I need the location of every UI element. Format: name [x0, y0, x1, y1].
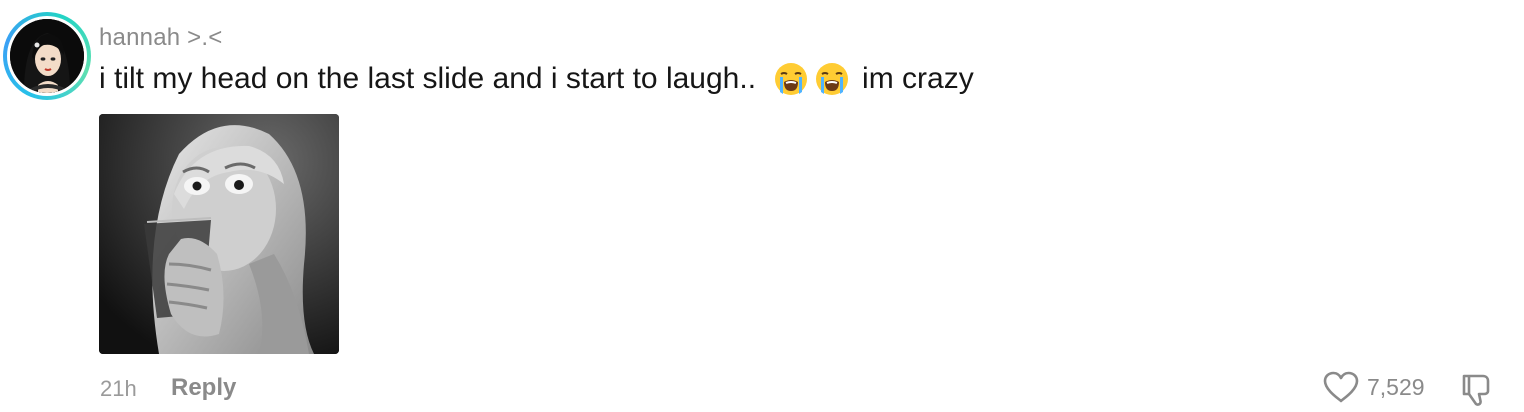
- like-button[interactable]: 7,529: [1322, 370, 1425, 404]
- heart-icon[interactable]: [1322, 370, 1360, 404]
- avatar[interactable]: [3, 12, 91, 100]
- timestamp: 21h: [100, 376, 137, 401]
- dislike-icon[interactable]: [1457, 370, 1495, 408]
- reply-button[interactable]: Reply: [171, 374, 236, 402]
- comment-text-main: i tilt my head on the last slide and i s…: [99, 62, 757, 95]
- comment-text: i tilt my head on the last slide and i s…: [99, 62, 974, 96]
- avatar-illustration: [10, 19, 84, 93]
- loudly-crying-face-icon: [816, 63, 849, 95]
- gif-illustration: [99, 114, 339, 354]
- avatar-image: [10, 19, 84, 93]
- loudly-crying-face-icon: [775, 63, 808, 95]
- username[interactable]: hannah >.<: [99, 24, 222, 52]
- comment-text-tail: im crazy: [862, 62, 974, 95]
- gif-image[interactable]: [99, 114, 339, 354]
- comment: hannah >.< i tilt my head on the last sl…: [0, 0, 1524, 412]
- like-count: 7,529: [1367, 373, 1425, 400]
- avatar-gap: [7, 16, 87, 96]
